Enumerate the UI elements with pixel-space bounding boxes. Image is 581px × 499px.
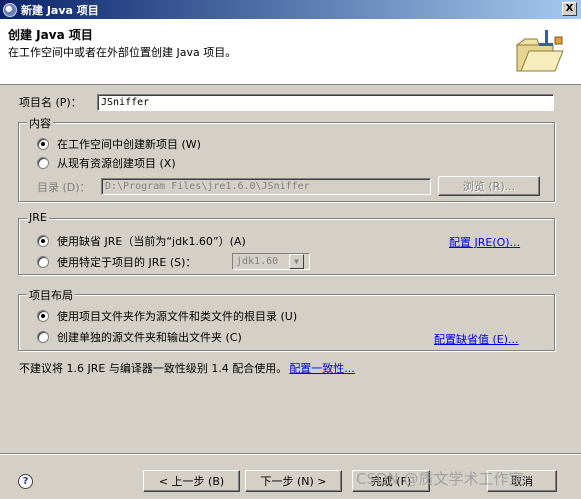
radio-indicator[interactable] <box>37 331 49 343</box>
radio-label: 在工作空间中创建新项目 (W) <box>57 138 201 151</box>
browse-button[interactable]: 浏览 (R)... <box>438 176 540 196</box>
radio-indicator[interactable] <box>37 138 49 150</box>
jre-select[interactable]: jdk1.60 ▼ <box>232 253 310 270</box>
wizard-title: 创建 Java 项目 <box>8 28 93 42</box>
project-name-label: 项目名 (P)： <box>19 96 82 109</box>
radio-from-existing[interactable]: 从现有资源创建项目 (X) <box>37 155 176 171</box>
project-name-input[interactable]: JSniffer <box>97 94 554 111</box>
next-button[interactable]: 下一步 (N) > <box>245 470 342 492</box>
directory-row: 目录 (D)： <box>37 179 91 195</box>
warning-text: 不建议将 1.6 JRE 与编译器一致性级别 1.4 配合使用。 <box>19 362 288 375</box>
radio-label: 从现有资源创建项目 (X) <box>57 157 176 170</box>
radio-default-jre[interactable]: 使用缺省 JRE（当前为“jdk1.60”）(A) <box>37 233 246 249</box>
radio-label: 使用项目文件夹作为源文件和类文件的根目录 (U) <box>57 310 298 323</box>
window-title: 新建 Java 项目 <box>21 3 99 17</box>
configure-compliance-link[interactable]: 配置一致性... <box>289 360 355 376</box>
jre-group-title: JRE <box>27 211 49 224</box>
title-bar: 新建 Java 项目 X <box>0 0 581 19</box>
contents-group-title: 内容 <box>27 115 53 131</box>
footer-separator <box>0 453 581 455</box>
wizard-header: 创建 Java 项目 在工作空间中或者在外部位置创建 Java 项目。 <box>0 19 581 85</box>
configure-jre-link[interactable]: 配置 JRE(O)... <box>449 234 520 250</box>
back-button[interactable]: < 上一步 (B) <box>143 470 240 492</box>
radio-indicator[interactable] <box>37 157 49 169</box>
radio-label: 创建单独的源文件夹和输出文件夹 (C) <box>57 331 242 344</box>
project-name-row: 项目名 (P)： <box>19 94 82 110</box>
wizard-description: 在工作空间中或者在外部位置创建 Java 项目。 <box>8 46 237 59</box>
radio-indicator[interactable] <box>37 256 49 268</box>
directory-label: 目录 (D)： <box>37 181 91 194</box>
configure-defaults-link[interactable]: 配置缺省值 (E)... <box>434 331 519 347</box>
radio-indicator[interactable] <box>37 235 49 247</box>
jre-select-value: jdk1.60 <box>236 256 279 267</box>
help-icon[interactable]: ? <box>18 474 33 489</box>
radio-label: 使用缺省 JRE（当前为“jdk1.60”）(A) <box>57 235 246 248</box>
radio-new-in-workspace[interactable]: 在工作空间中创建新项目 (W) <box>37 136 201 152</box>
watermark-text: CSDN @质文学术工作室 <box>356 470 524 488</box>
chevron-down-icon[interactable]: ▼ <box>289 254 304 269</box>
radio-separate-folders[interactable]: 创建单独的源文件夹和输出文件夹 (C) <box>37 329 242 345</box>
radio-project-root[interactable]: 使用项目文件夹作为源文件和类文件的根目录 (U) <box>37 308 297 324</box>
radio-specific-jre[interactable]: 使用特定于项目的 JRE (S)： <box>37 254 196 270</box>
compliance-warning: 不建议将 1.6 JRE 与编译器一致性级别 1.4 配合使用。 配置一致性..… <box>19 360 355 376</box>
eclipse-icon <box>3 2 17 17</box>
radio-indicator[interactable] <box>37 310 49 322</box>
directory-input[interactable]: D:\Program Files\jre1.6.0\JSniffer <box>101 178 431 195</box>
close-button[interactable]: X <box>562 2 577 16</box>
radio-label: 使用特定于项目的 JRE (S)： <box>57 256 197 269</box>
project-layout-group-title: 项目布局 <box>27 287 75 303</box>
folder-wizard-icon <box>511 30 565 75</box>
